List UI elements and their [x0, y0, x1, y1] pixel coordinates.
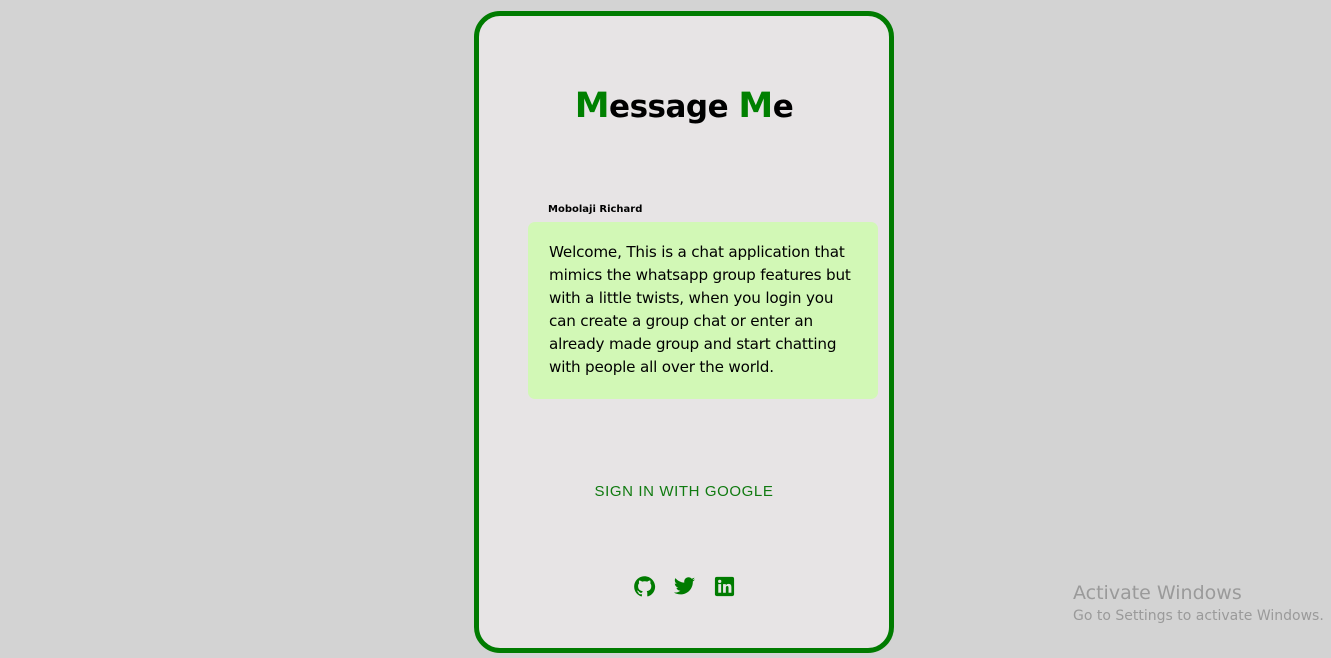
- title-text: essage: [609, 89, 739, 125]
- github-icon[interactable]: [633, 575, 656, 598]
- social-links: [479, 575, 889, 598]
- title-initial-m: M: [574, 86, 610, 126]
- title-initial-m-2: M: [738, 86, 773, 126]
- twitter-icon[interactable]: [673, 575, 696, 598]
- title-text-2: e: [772, 89, 794, 125]
- app-title: Message Me: [479, 86, 889, 126]
- watermark-subtitle: Go to Settings to activate Windows.: [1073, 608, 1324, 624]
- windows-activation-watermark: Activate Windows Go to Settings to activ…: [1073, 581, 1324, 627]
- sign-in-with-google-button[interactable]: SIGN IN WITH GOOGLE: [479, 483, 889, 500]
- linkedin-icon[interactable]: [713, 575, 736, 598]
- watermark-title: Activate Windows: [1073, 582, 1242, 604]
- page: Message Me Mobolaji Richard Welcome, Thi…: [0, 0, 1331, 658]
- message-sender: Mobolaji Richard: [548, 204, 643, 215]
- login-card: Message Me Mobolaji Richard Welcome, Thi…: [474, 11, 894, 653]
- message-text: Welcome, This is a chat application that…: [549, 243, 851, 376]
- message-bubble: Welcome, This is a chat application that…: [528, 222, 878, 399]
